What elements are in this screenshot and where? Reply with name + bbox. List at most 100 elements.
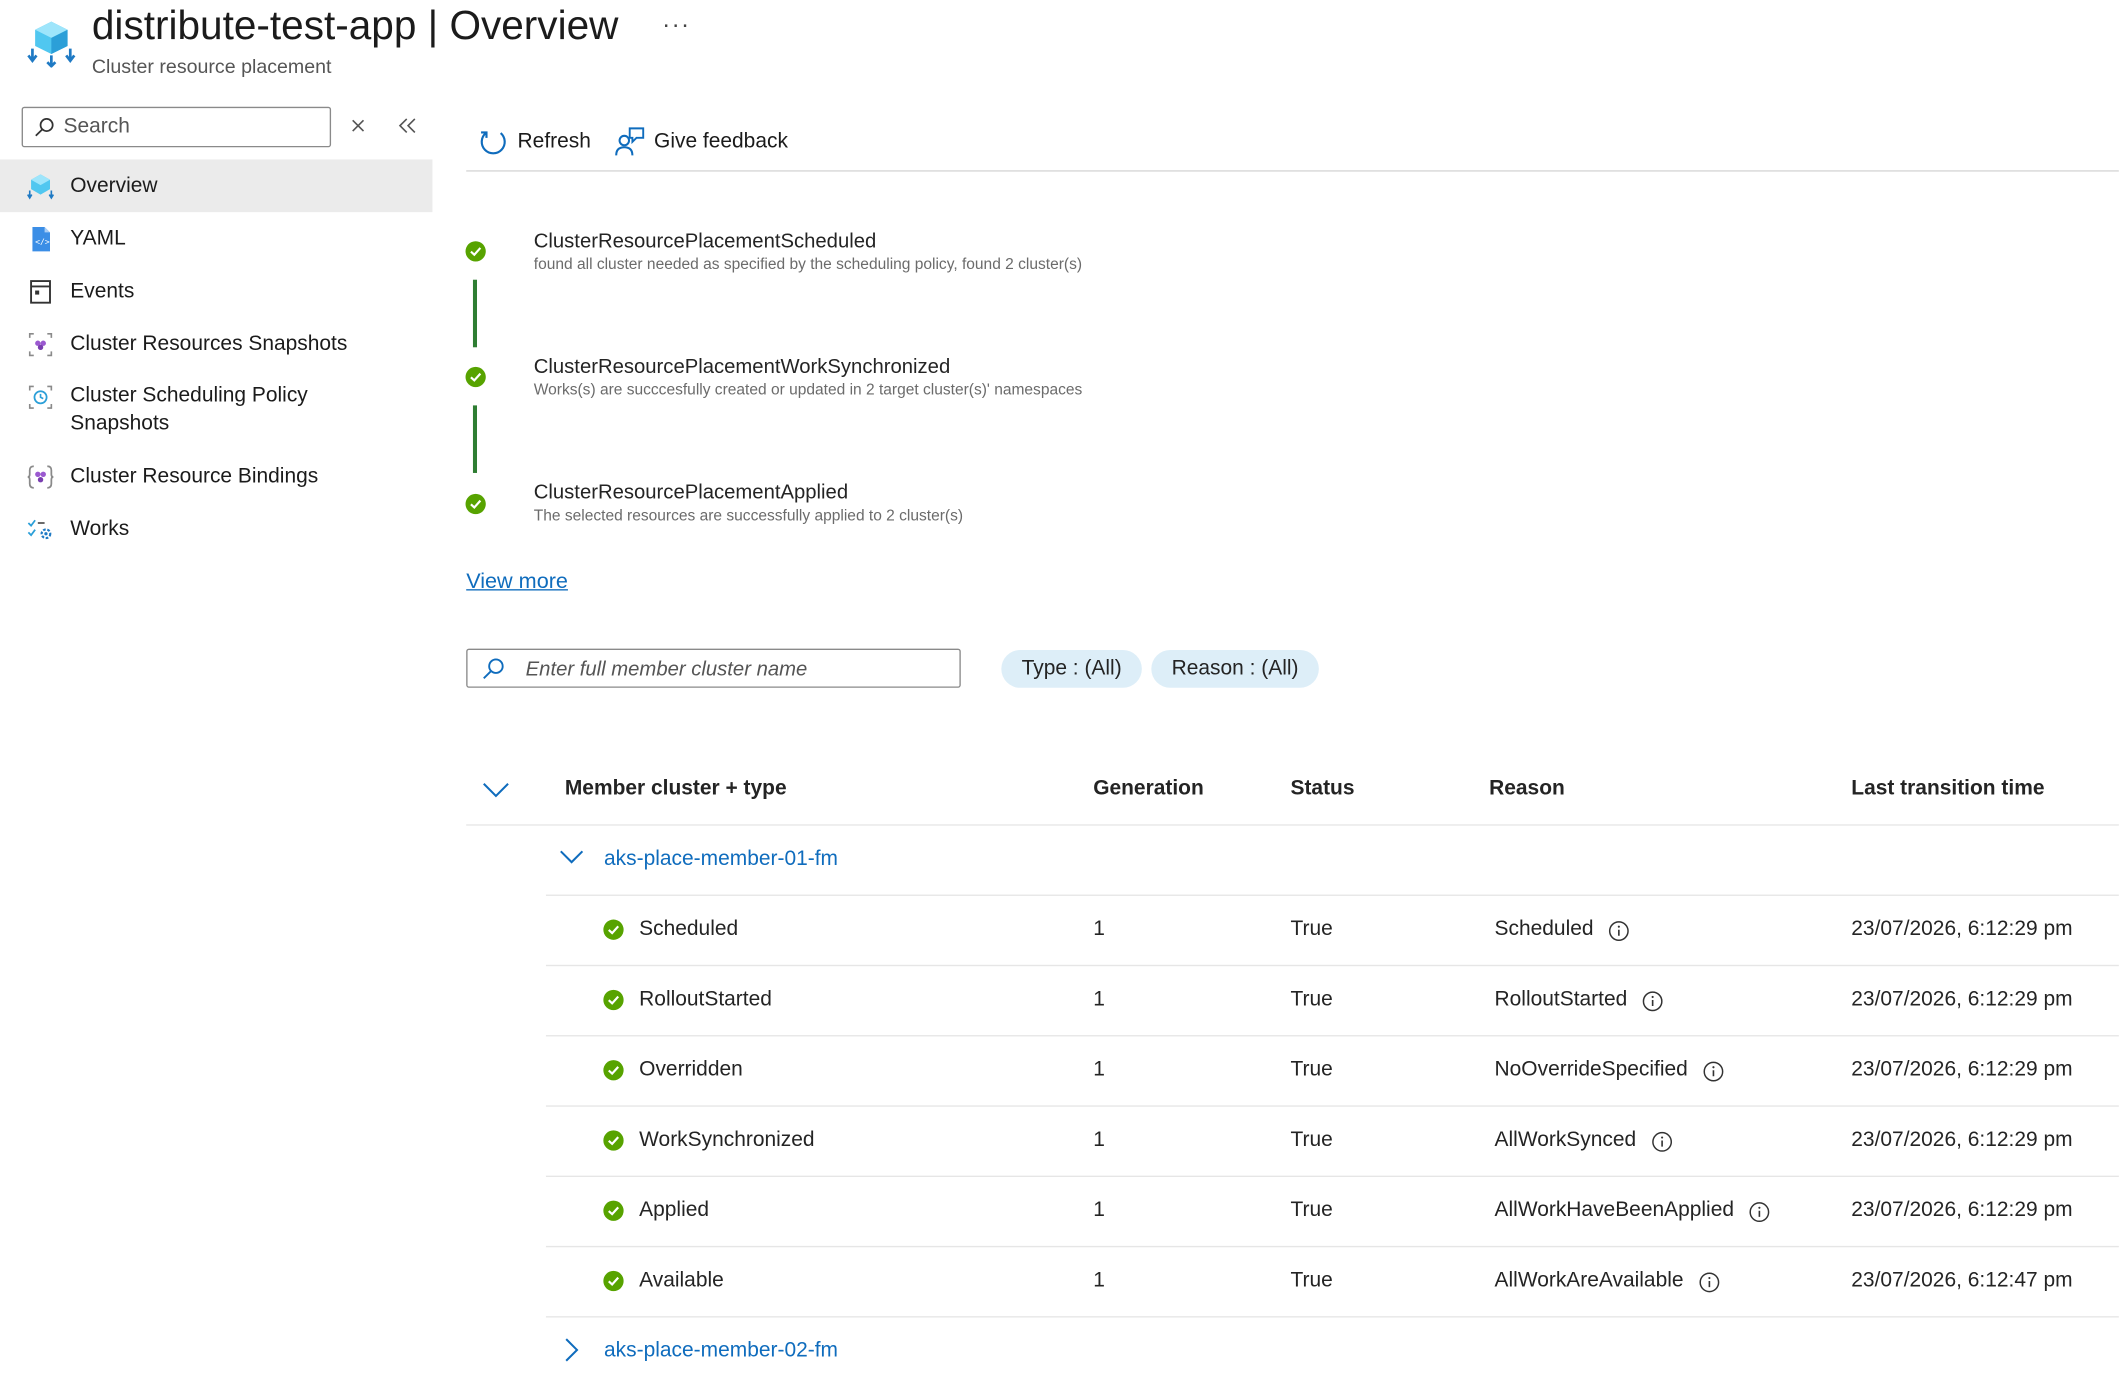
resource-snapshot-icon	[28, 332, 53, 357]
member-cluster-filter-box[interactable]	[466, 648, 961, 688]
give-feedback-button[interactable]: Give feedback	[613, 124, 802, 162]
refresh-button[interactable]: Refresh	[477, 124, 599, 162]
row-divider	[545, 1035, 2119, 1037]
clear-search-button[interactable]	[346, 114, 370, 138]
row-divider	[466, 824, 2119, 826]
svg-text:</>: </>	[35, 237, 50, 247]
generation-cell: 1	[1093, 1268, 1105, 1292]
sidebar-search-input[interactable]	[63, 113, 321, 141]
works-icon	[27, 519, 52, 540]
info-icon[interactable]	[1651, 1131, 1673, 1153]
success-check-icon	[603, 1200, 624, 1221]
member-cluster-group[interactable]: aks-place-member-01-fm	[604, 847, 838, 871]
type-filter-pill[interactable]: Type : (All)	[1001, 649, 1142, 688]
events-icon	[30, 280, 51, 304]
sidebar-item-yaml[interactable]: </> YAML	[0, 212, 432, 265]
column-header-generation[interactable]: Generation	[1093, 777, 1204, 801]
page-subtitle: Cluster resource placement	[91, 56, 332, 79]
status-cell: True	[1290, 1198, 1333, 1222]
page-title: distribute-test-app | Overview	[92, 4, 619, 50]
status-cell: True	[1290, 1268, 1333, 1292]
generation-cell: 1	[1093, 1058, 1105, 1082]
feedback-icon	[615, 127, 645, 156]
sidebar-item-label: Works	[70, 517, 130, 541]
info-icon[interactable]	[1749, 1201, 1771, 1223]
group-expand-toggle[interactable]	[557, 1335, 587, 1365]
column-header-member-cluster[interactable]: Member cluster + type	[565, 777, 787, 801]
status-cell: True	[1290, 1058, 1333, 1082]
condition-title: ClusterResourcePlacementWorkSynchronized	[533, 355, 951, 379]
search-icon	[35, 118, 54, 137]
column-header-last-transition-time[interactable]: Last transition time	[1851, 777, 2044, 801]
success-check-icon	[603, 1130, 624, 1151]
status-cell: True	[1290, 917, 1333, 941]
sidebar-item-resource-snapshots[interactable]: Cluster Resources Snapshots	[0, 318, 432, 371]
last-transition-time-cell: 23/07/2026, 6:12:29 pm	[1851, 987, 2073, 1011]
member-cluster-group[interactable]: aks-place-member-02-fm	[604, 1339, 838, 1363]
sidebar-item-events[interactable]: Events	[0, 265, 432, 318]
success-check-icon	[465, 241, 486, 262]
reason-cell: AllWorkAreAvailable	[1494, 1268, 1684, 1292]
sidebar-item-label: YAML	[70, 227, 126, 250]
reason-filter-pill[interactable]: Reason : (All)	[1151, 649, 1319, 688]
sidebar-item-label: Cluster Resources Snapshots	[70, 332, 348, 356]
reason-cell: NoOverrideSpecified	[1494, 1058, 1688, 1082]
info-icon[interactable]	[1608, 920, 1630, 942]
collapse-all-button[interactable]	[481, 778, 511, 800]
condition-type-cell: RolloutStarted	[639, 987, 772, 1011]
condition-type-cell: Available	[639, 1268, 724, 1292]
sidebar-item-label: Cluster Scheduling Policy	[70, 383, 308, 407]
sidebar-item-overview[interactable]: Overview	[0, 159, 433, 213]
reason-cell: RolloutStarted	[1494, 987, 1628, 1011]
status-cell: True	[1290, 1128, 1333, 1152]
member-cluster-filter-input[interactable]	[525, 655, 945, 683]
info-icon[interactable]	[1703, 1061, 1725, 1083]
chevron-down-icon	[483, 783, 509, 798]
row-divider	[545, 1316, 2119, 1318]
yaml-file-icon: </>	[32, 227, 50, 252]
column-header-reason[interactable]: Reason	[1489, 777, 1565, 801]
cluster-placement-app-icon	[27, 19, 76, 69]
sidebar-search-box[interactable]	[21, 106, 332, 148]
group-expand-toggle[interactable]	[557, 843, 587, 873]
status-cell: True	[1290, 987, 1333, 1011]
search-icon	[483, 658, 504, 680]
refresh-icon	[480, 131, 506, 155]
view-more-link[interactable]: View more	[466, 570, 568, 594]
sidebar-item-works[interactable]: Works	[0, 503, 432, 556]
resource-bindings-icon	[27, 465, 54, 489]
last-transition-time-cell: 23/07/2026, 6:12:29 pm	[1851, 1128, 2073, 1152]
info-icon[interactable]	[1699, 1272, 1721, 1294]
condition-description: The selected resources are successfully …	[533, 508, 964, 525]
give-feedback-label: Give feedback	[654, 129, 788, 153]
condition-description: Works(s) are succcesfully created or upd…	[533, 382, 1083, 399]
generation-cell: 1	[1093, 1128, 1105, 1152]
condition-type-cell: WorkSynchronized	[639, 1128, 815, 1152]
row-divider	[545, 1245, 2119, 1248]
column-header-status[interactable]: Status	[1290, 777, 1354, 801]
refresh-label: Refresh	[517, 129, 591, 153]
toolbar-divider	[466, 170, 2119, 172]
condition-title: ClusterResourcePlacementScheduled	[533, 229, 877, 253]
more-actions-button[interactable]: ···	[662, 11, 690, 39]
condition-title: ClusterResourcePlacementApplied	[533, 481, 849, 505]
double-chevron-left-icon	[398, 118, 416, 134]
type-filter-value: (All)	[1084, 656, 1122, 680]
generation-cell: 1	[1093, 1198, 1105, 1222]
info-icon[interactable]	[1642, 991, 1664, 1013]
success-check-icon	[465, 366, 486, 388]
success-check-icon	[603, 919, 624, 940]
type-filter-label: Type :	[1021, 656, 1085, 680]
success-check-icon	[603, 1060, 624, 1081]
collapse-sidebar-button[interactable]	[393, 114, 420, 138]
chevron-down-icon	[560, 850, 584, 864]
cluster-placement-icon	[27, 174, 55, 200]
policy-snapshot-icon	[28, 385, 53, 409]
sidebar-item-scheduling-policy-snapshots[interactable]: Cluster Scheduling Policy Snapshots	[0, 370, 432, 448]
last-transition-time-cell: 23/07/2026, 6:12:29 pm	[1851, 1198, 2073, 1222]
timeline-connector	[472, 279, 478, 348]
sidebar-item-resource-bindings[interactable]: Cluster Resource Bindings	[0, 450, 432, 503]
row-divider	[545, 894, 2119, 896]
close-icon	[352, 119, 365, 132]
resource-name: distribute-test-app	[91, 4, 417, 49]
